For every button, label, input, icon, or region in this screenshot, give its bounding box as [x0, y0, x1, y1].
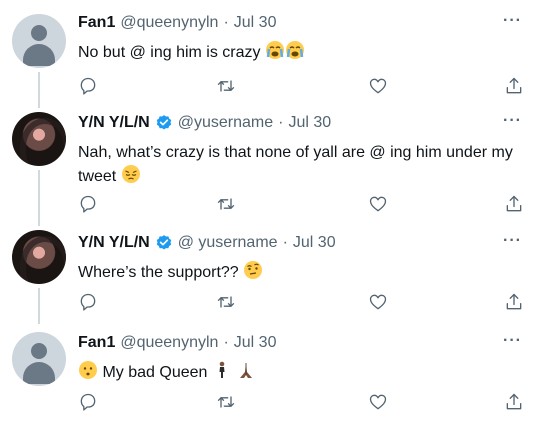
tweet-text-content: Where’s the support??	[78, 264, 239, 281]
display-name[interactable]: Y/N Y/L/N	[78, 114, 150, 132]
thread-line	[38, 72, 40, 108]
username[interactable]: @yusername	[178, 114, 273, 132]
verified-badge-icon	[155, 114, 173, 132]
more-options-button[interactable]: ···	[503, 12, 522, 30]
tweet-text-content: No but @ ing him is crazy	[78, 44, 261, 61]
username[interactable]: @queenynyln	[120, 14, 218, 32]
tweet-text-content: My bad Queen	[102, 364, 208, 381]
verified-badge-icon	[155, 234, 173, 252]
tweet-header: Fan1 @queenynyln · Jul 30	[78, 14, 276, 32]
pensive-face-icon	[121, 164, 141, 191]
more-options-button[interactable]: ···	[503, 232, 522, 250]
display-name[interactable]: Y/N Y/L/N	[78, 234, 150, 252]
face-with-raised-eyebrow-icon	[243, 260, 263, 287]
share-icon[interactable]	[504, 194, 524, 214]
separator: ·	[223, 14, 229, 31]
display-name[interactable]: Fan1	[78, 334, 115, 352]
retweet-icon[interactable]	[216, 194, 236, 214]
thread-line	[38, 170, 40, 226]
reply-icon[interactable]	[78, 76, 98, 96]
like-icon[interactable]	[368, 76, 388, 96]
tweet-header: Fan1 @queenynyln · Jul 30	[78, 334, 276, 352]
tweet-actions	[78, 292, 524, 312]
tweet-actions	[78, 194, 524, 214]
loudly-crying-face-icon	[265, 40, 285, 67]
hushed-face-icon	[78, 360, 98, 387]
username[interactable]: @queenynyln	[120, 334, 218, 352]
tweet-text: No but @ ing him is crazy	[78, 40, 523, 67]
reply-icon[interactable]	[78, 194, 98, 214]
tweet-3[interactable]: Y/N Y/L/N @ yusername · Jul 30 ··· Where…	[0, 226, 540, 324]
reply-icon[interactable]	[78, 292, 98, 312]
loudly-crying-face-icon	[285, 40, 305, 67]
tweet-2[interactable]: Y/N Y/L/N @yusername · Jul 30 ··· Nah, w…	[0, 108, 540, 226]
retweet-icon[interactable]	[216, 292, 236, 312]
separator: ·	[278, 114, 284, 131]
tweet-text-content: Nah, what’s crazy is that none of yall a…	[78, 144, 513, 185]
tweet-text: Where’s the support??	[78, 260, 523, 287]
retweet-icon[interactable]	[216, 392, 236, 412]
reply-icon[interactable]	[78, 392, 98, 412]
timestamp[interactable]: Jul 30	[234, 334, 277, 352]
share-icon[interactable]	[504, 76, 524, 96]
avatar-photo[interactable]	[12, 112, 66, 166]
tweet-1[interactable]: Fan1 @queenynyln · Jul 30 ··· No but @ i…	[0, 0, 540, 108]
share-icon[interactable]	[504, 392, 524, 412]
username[interactable]: @ yusername	[178, 234, 278, 252]
tweet-header: Y/N Y/L/N @ yusername · Jul 30	[78, 234, 336, 252]
more-options-button[interactable]: ···	[503, 112, 522, 130]
like-icon[interactable]	[368, 392, 388, 412]
timestamp[interactable]: Jul 30	[234, 14, 277, 32]
share-icon[interactable]	[504, 292, 524, 312]
avatar-default[interactable]	[12, 14, 66, 68]
retweet-icon[interactable]	[216, 76, 236, 96]
tweet-4[interactable]: Fan1 @queenynyln · Jul 30 ··· My bad Que…	[0, 324, 540, 425]
person-standing-icon	[212, 360, 232, 387]
folded-hands-icon	[236, 360, 256, 387]
like-icon[interactable]	[368, 194, 388, 214]
avatar-photo[interactable]	[12, 230, 66, 284]
timestamp[interactable]: Jul 30	[288, 114, 331, 132]
thread-line	[38, 288, 40, 324]
tweet-text: My bad Queen	[78, 360, 523, 387]
tweet-actions	[78, 76, 524, 96]
timestamp[interactable]: Jul 30	[293, 234, 336, 252]
avatar-default[interactable]	[12, 332, 66, 386]
display-name[interactable]: Fan1	[78, 14, 115, 32]
more-options-button[interactable]: ···	[503, 332, 522, 350]
tweet-text: Nah, what’s crazy is that none of yall a…	[78, 142, 523, 191]
separator: ·	[223, 334, 229, 351]
separator: ·	[282, 234, 288, 251]
like-icon[interactable]	[368, 292, 388, 312]
tweet-actions	[78, 392, 524, 412]
tweet-header: Y/N Y/L/N @yusername · Jul 30	[78, 114, 331, 132]
